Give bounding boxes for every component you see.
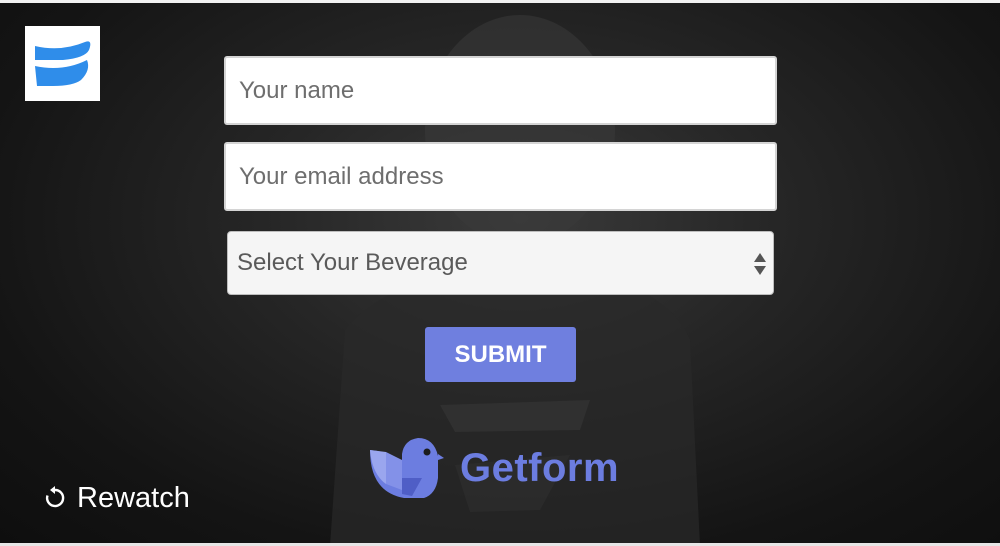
getform-bird-logo-icon bbox=[370, 438, 444, 498]
submit-button-label: SUBMIT bbox=[454, 340, 547, 368]
getform-brand-name: Getform bbox=[460, 446, 620, 490]
rewatch-button[interactable]: Rewatch bbox=[43, 478, 190, 518]
email-input[interactable]: Your email address bbox=[224, 142, 777, 211]
video-player: Your name Your email address Select Your… bbox=[0, 0, 1000, 546]
wistia-logo[interactable] bbox=[25, 26, 100, 101]
replay-icon bbox=[45, 486, 65, 508]
email-placeholder: Your email address bbox=[239, 162, 444, 190]
select-arrows-icon bbox=[754, 253, 766, 275]
submit-button[interactable]: SUBMIT bbox=[425, 327, 576, 382]
rewatch-label: Rewatch bbox=[77, 481, 190, 514]
wistia-logo-icon bbox=[35, 41, 91, 86]
top-border bbox=[0, 0, 1000, 3]
beverage-select-value: Select Your Beverage bbox=[237, 249, 468, 276]
getform-brand: Getform bbox=[364, 434, 644, 504]
name-placeholder: Your name bbox=[239, 76, 355, 104]
beverage-select[interactable]: Select Your Beverage bbox=[227, 231, 774, 295]
name-input[interactable]: Your name bbox=[224, 56, 777, 125]
